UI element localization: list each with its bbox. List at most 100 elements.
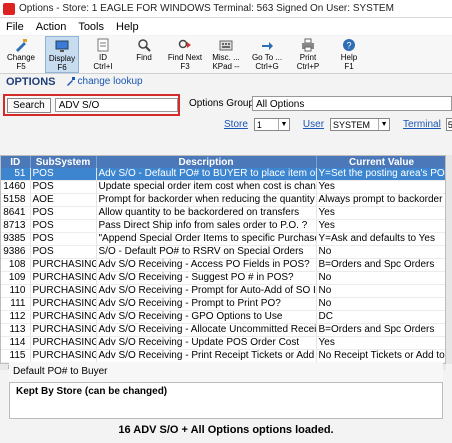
chevron-down-icon: ▼ (277, 119, 289, 130)
print-button[interactable]: Print Ctrl+P (291, 36, 325, 73)
column-header-current-value[interactable]: Current Value (316, 156, 445, 168)
svg-text:?: ? (346, 41, 351, 51)
cell-id: 8641 (1, 206, 31, 220)
cell-id: 112 (1, 310, 31, 324)
cell-description: Adv S/O Receiving - Update POS Order Cos… (96, 336, 317, 350)
goto-button-key: Ctrl+G (255, 62, 279, 71)
cell-subsystem: PURCHASING (30, 310, 97, 324)
display-button-key: F6 (57, 63, 67, 72)
id-button-key: Ctrl+I (93, 62, 113, 71)
cell-current-value: DC (316, 310, 445, 324)
table-row[interactable]: 115 PURCHASING Adv S/O Receiving - Print R… (1, 349, 445, 363)
table-row[interactable]: 112 PURCHASING Adv S/O Receiving - GPO Opt… (1, 310, 445, 324)
detail-text: Kept By Store (can be changed) (16, 386, 168, 397)
grid-header-row: ID SubSystem Description Current Value (1, 156, 445, 168)
goto-button[interactable]: Go To ... Ctrl+G (250, 36, 284, 73)
chevron-down-icon: ▼ (378, 119, 389, 130)
cell-description: Adv S/O Receiving - Prompt for Auto-Add … (96, 284, 317, 298)
find-next-button-label: Find Next (167, 53, 203, 62)
cell-description: S/O - Default PO# to RSRV on Special Ord… (96, 245, 317, 259)
table-row[interactable]: 1460 POS Update special order item cost wh… (1, 180, 445, 194)
table-row[interactable]: 114 PURCHASING Adv S/O Receiving - Update … (1, 336, 445, 350)
menu-action[interactable]: Action (30, 21, 73, 33)
find-next-button-key: F3 (180, 62, 190, 71)
cell-current-value: Yes (316, 180, 445, 194)
cell-id: 111 (1, 297, 31, 311)
terminal-link[interactable]: Terminal (403, 119, 441, 130)
cell-description: Adv S/O Receiving - Prompt to Print PO? (96, 297, 317, 311)
cell-current-value: No (316, 245, 445, 259)
table-row[interactable]: 110 PURCHASING Adv S/O Receiving - Prompt … (1, 284, 445, 298)
store-link[interactable]: Store (224, 119, 248, 130)
cell-subsystem: PURCHASING (30, 297, 97, 311)
search-button[interactable]: Search (7, 97, 51, 113)
cell-subsystem: PURCHASING (30, 349, 97, 363)
cell-id: 9385 (1, 232, 31, 246)
cell-subsystem: POS (30, 232, 97, 246)
cell-description: Adv S/O Receiving - Suggest PO # in POS? (96, 271, 317, 285)
table-row[interactable]: 51 POS Adv S/O - Default PO# to BUYER to p… (1, 168, 445, 181)
display-button[interactable]: Display F6 (45, 36, 79, 73)
cell-id: 9386 (1, 245, 31, 259)
cell-current-value: Yes (316, 206, 445, 220)
menu-bar: File Action Tools Help (0, 18, 452, 35)
cell-current-value: No Receipt Tickets or Add to (316, 349, 445, 363)
change-lookup-label: change lookup (77, 76, 143, 87)
cell-subsystem: POS (30, 245, 97, 259)
cell-subsystem: PURCHASING (30, 336, 97, 350)
table-row[interactable]: 9385 POS "Append Special Order Items to sp… (1, 232, 445, 246)
table-row[interactable]: 5158 AOE Prompt for backorder when reducin… (1, 193, 445, 207)
cell-id: 109 (1, 271, 31, 285)
help-button[interactable]: ? Help F1 (332, 36, 366, 73)
title-bar: Options - Store: 1 EAGLE FOR WINDOWS Ter… (0, 0, 452, 18)
table-row[interactable]: 109 PURCHASING Adv S/O Receiving - Suggest… (1, 271, 445, 285)
change-button[interactable]: Change F5 (4, 36, 38, 73)
help-icon: ? (343, 39, 355, 51)
detail-box: Kept By Store (can be changed) (9, 382, 443, 419)
change-lookup-icon (66, 77, 75, 86)
cell-current-value: No (316, 297, 445, 311)
find-next-button[interactable]: Find Next F3 (168, 36, 202, 73)
options-header: OPTIONS change lookup (0, 74, 452, 89)
user-select[interactable]: SYSTEM ▼ (330, 118, 391, 131)
vertical-scrollbar[interactable] (446, 155, 452, 364)
cell-description: Adv S/O Receiving - Allocate Uncommitted… (96, 323, 317, 337)
misc-icon (219, 40, 233, 51)
table-row[interactable]: 108 PURCHASING Adv S/O Receiving - Access … (1, 258, 445, 272)
menu-file[interactable]: File (0, 21, 30, 33)
options-group-field[interactable]: All Options (252, 96, 452, 111)
find-button[interactable]: Find (127, 36, 161, 73)
table-row[interactable]: 8713 POS Pass Direct Ship info from sales … (1, 219, 445, 233)
window-title: Options - Store: 1 EAGLE FOR WINDOWS Ter… (19, 3, 394, 14)
options-grid: ID SubSystem Description Current Value 5… (0, 155, 446, 364)
cell-id: 8713 (1, 219, 31, 233)
change-lookup-link[interactable]: change lookup (66, 76, 143, 87)
user-link[interactable]: User (303, 119, 324, 130)
id-button[interactable]: ID Ctrl+I (86, 36, 120, 73)
store-select[interactable]: 1 ▼ (253, 118, 290, 131)
cell-id: 115 (1, 349, 31, 363)
print-icon (302, 38, 314, 52)
table-row[interactable]: 8641 POS Allow quantity to be backordered … (1, 206, 445, 220)
table-row[interactable]: 111 PURCHASING Adv S/O Receiving - Prompt … (1, 297, 445, 311)
terminal-select[interactable]: 56 (445, 118, 452, 131)
status-bar: 16 ADV S/O + All Options options loaded. (118, 424, 334, 436)
menu-help[interactable]: Help (110, 21, 145, 33)
table-row[interactable]: 113 PURCHASING Adv S/O Receiving - Allocat… (1, 323, 445, 337)
goto-button-label: Go To ... (251, 53, 283, 62)
misc-button[interactable]: Misc. ... KPad -- (209, 36, 243, 73)
cell-subsystem: PURCHASING (30, 284, 97, 298)
menu-tools[interactable]: Tools (72, 21, 110, 33)
cell-current-value: B=Orders and Spc Orders (316, 323, 445, 337)
app-logo-icon (3, 2, 15, 15)
search-input[interactable]: ADV S/O (54, 98, 178, 112)
cell-subsystem: PURCHASING (30, 323, 97, 337)
find-button-label: Find (136, 53, 152, 62)
toolbar: Change F5 Display F6 ID Ctrl+I Find Find… (0, 36, 452, 74)
column-header-id[interactable]: ID (1, 156, 31, 168)
print-button-label: Print (299, 53, 317, 62)
table-row[interactable]: 9386 POS S/O - Default PO# to RSRV on Spec… (1, 245, 445, 259)
cell-subsystem: POS (30, 180, 97, 194)
column-header-subsystem[interactable]: SubSystem (30, 156, 97, 168)
column-header-description[interactable]: Description (96, 156, 317, 168)
